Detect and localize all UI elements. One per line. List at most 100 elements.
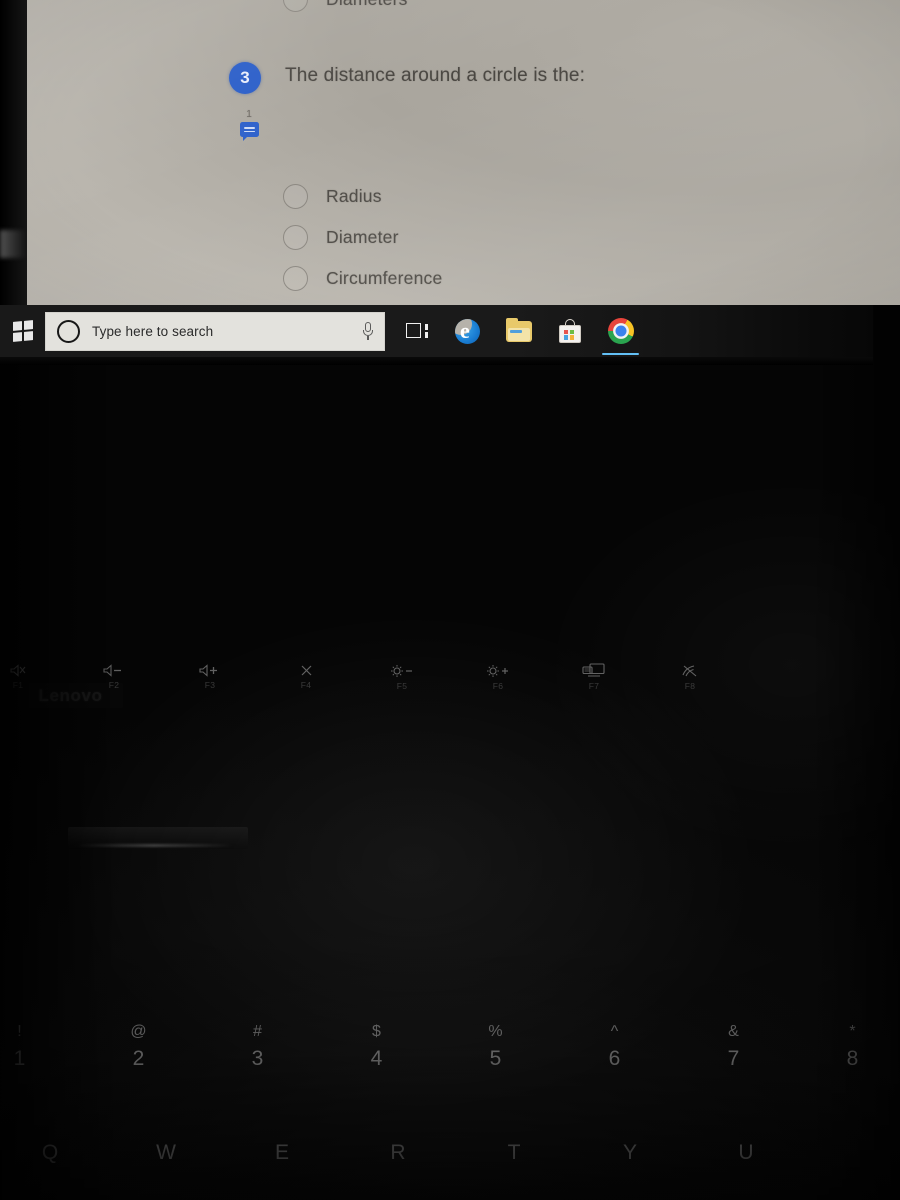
key-f1-label: F1: [12, 680, 24, 690]
key-5-shift: %: [488, 1023, 503, 1040]
option-label: Diameter: [326, 227, 399, 247]
speaker-mute-icon: [9, 664, 27, 679]
key-3[interactable]: # 3: [198, 1015, 317, 1087]
key-f6-label: F6: [492, 680, 504, 691]
taskbar-item-microsoft-store[interactable]: [544, 305, 595, 357]
key-y-label: Y: [622, 1140, 637, 1164]
windows-logo-icon: [12, 320, 33, 342]
annotation-marker[interactable]: 1: [235, 109, 263, 141]
key-f8-label: F8: [684, 680, 696, 691]
key-4-label: 4: [370, 1047, 383, 1070]
key-7-label: 7: [727, 1047, 740, 1070]
google-chrome-icon: [607, 318, 634, 344]
radio-button-icon[interactable]: [283, 184, 308, 209]
key-8[interactable]: * 8: [793, 1015, 900, 1087]
key-f1[interactable]: F1: [0, 649, 66, 701]
key-f3[interactable]: F3: [162, 649, 258, 701]
previous-option-label: Diameters: [326, 0, 408, 10]
option-diameter[interactable]: Diameter: [283, 217, 442, 258]
key-8-label: 8: [846, 1047, 859, 1070]
key-f7[interactable]: F7: [546, 649, 642, 701]
key-t[interactable]: T: [456, 1105, 572, 1200]
key-6[interactable]: ^ 6: [555, 1015, 674, 1087]
key-r-label: R: [390, 1140, 406, 1164]
key-u[interactable]: U: [688, 1105, 804, 1200]
key-3-label: 3: [251, 1047, 264, 1070]
key-t-label: T: [507, 1140, 521, 1164]
key-f8[interactable]: F8: [642, 649, 738, 701]
key-escape[interactable]: c sc: [0, 953, 38, 997]
wireless-toggle-icon: [680, 664, 700, 680]
search-placeholder: Type here to search: [92, 323, 214, 339]
key-1[interactable]: ! 1: [0, 1015, 79, 1087]
volume-down-icon: [103, 664, 125, 679]
key-r[interactable]: R: [340, 1105, 456, 1200]
microsoft-edge-icon: [455, 318, 480, 344]
previous-question-option[interactable]: Diameters: [283, 0, 408, 12]
key-q-label: Q: [41, 1140, 59, 1164]
option-label: Radius: [326, 186, 382, 206]
key-4[interactable]: $ 4: [317, 1015, 436, 1087]
brightness-down-icon: [389, 664, 415, 680]
laptop-deck: Lenovo c sc F1 F2: [0, 305, 900, 1200]
comment-icon[interactable]: [239, 122, 259, 141]
microphone-icon[interactable]: [361, 321, 375, 341]
option-radius[interactable]: Radius: [283, 176, 442, 217]
question-text: The distance around a circle is the:: [285, 65, 586, 86]
key-2-shift: @: [130, 1023, 147, 1040]
key-f4[interactable]: F4: [258, 649, 354, 701]
radio-button-icon[interactable]: [283, 266, 308, 291]
taskbar-item-google-chrome[interactable]: [595, 305, 646, 357]
radio-button-icon[interactable]: [283, 225, 308, 250]
key-2[interactable]: @ 2: [79, 1015, 198, 1087]
key-3-shift: #: [253, 1023, 262, 1040]
key-f2-label: F2: [108, 680, 120, 690]
key-f5-label: F5: [396, 680, 408, 691]
windows-taskbar: Type here to search: [0, 305, 873, 357]
option-circumference[interactable]: Circumference: [283, 258, 442, 299]
screen-bottom-bezel: [0, 357, 873, 365]
photo-scene: Lenovo c sc F1 F2: [0, 0, 900, 1200]
key-escape-glyph: c: [0, 962, 38, 979]
volume-up-icon: [199, 664, 221, 679]
key-1-label: 1: [13, 1047, 26, 1070]
key-w[interactable]: W: [108, 1105, 224, 1200]
key-q[interactable]: Q: [0, 1105, 108, 1200]
key-f2[interactable]: F2: [66, 649, 162, 701]
brightness-up-icon: [485, 664, 511, 680]
key-6-label: 6: [608, 1047, 621, 1070]
key-y[interactable]: Y: [572, 1105, 688, 1200]
external-display-icon: [582, 663, 606, 680]
keyboard-top-letter-row: Q W E R T Y U: [0, 1105, 804, 1200]
keyboard-number-row: ! 1 @ 2 # 3 $ 4 % 5 ^ 6 & 7 * 8: [0, 1015, 900, 1087]
search-input[interactable]: Type here to search: [45, 311, 385, 351]
key-7[interactable]: & 7: [674, 1015, 793, 1087]
bezel-glare: [0, 230, 26, 258]
key-f6[interactable]: F6: [450, 649, 546, 701]
key-f3-label: F3: [204, 680, 216, 690]
cortana-icon[interactable]: [57, 319, 80, 343]
key-1-shift: !: [17, 1023, 22, 1040]
radio-button-icon[interactable]: [283, 0, 308, 12]
file-explorer-icon: [505, 317, 532, 342]
taskbar-item-file-explorer[interactable]: [493, 305, 544, 357]
key-f5[interactable]: F5: [354, 649, 450, 701]
key-e[interactable]: E: [224, 1105, 340, 1200]
key-7-shift: &: [728, 1023, 739, 1040]
key-8-shift: *: [849, 1023, 856, 1040]
key-escape-sub: sc: [0, 979, 38, 989]
key-f7-label: F7: [588, 681, 600, 691]
key-6-shift: ^: [610, 1023, 619, 1040]
key-2-label: 2: [132, 1047, 145, 1070]
taskbar-item-task-view[interactable]: [391, 305, 442, 357]
key-5-label: 5: [489, 1047, 502, 1070]
annotation-count: 1: [246, 109, 252, 120]
taskbar-item-microsoft-edge[interactable]: [442, 305, 493, 357]
key-5[interactable]: % 5: [436, 1015, 555, 1087]
microsoft-store-icon: [558, 319, 581, 343]
screen-left-bezel: [0, 0, 27, 310]
start-button[interactable]: [0, 305, 45, 357]
microphone-mute-icon: [298, 664, 315, 679]
keyboard: c sc F1 F2: [0, 305, 900, 1200]
laptop-screen: Diameters 3 The distance around a circle…: [27, 0, 900, 305]
